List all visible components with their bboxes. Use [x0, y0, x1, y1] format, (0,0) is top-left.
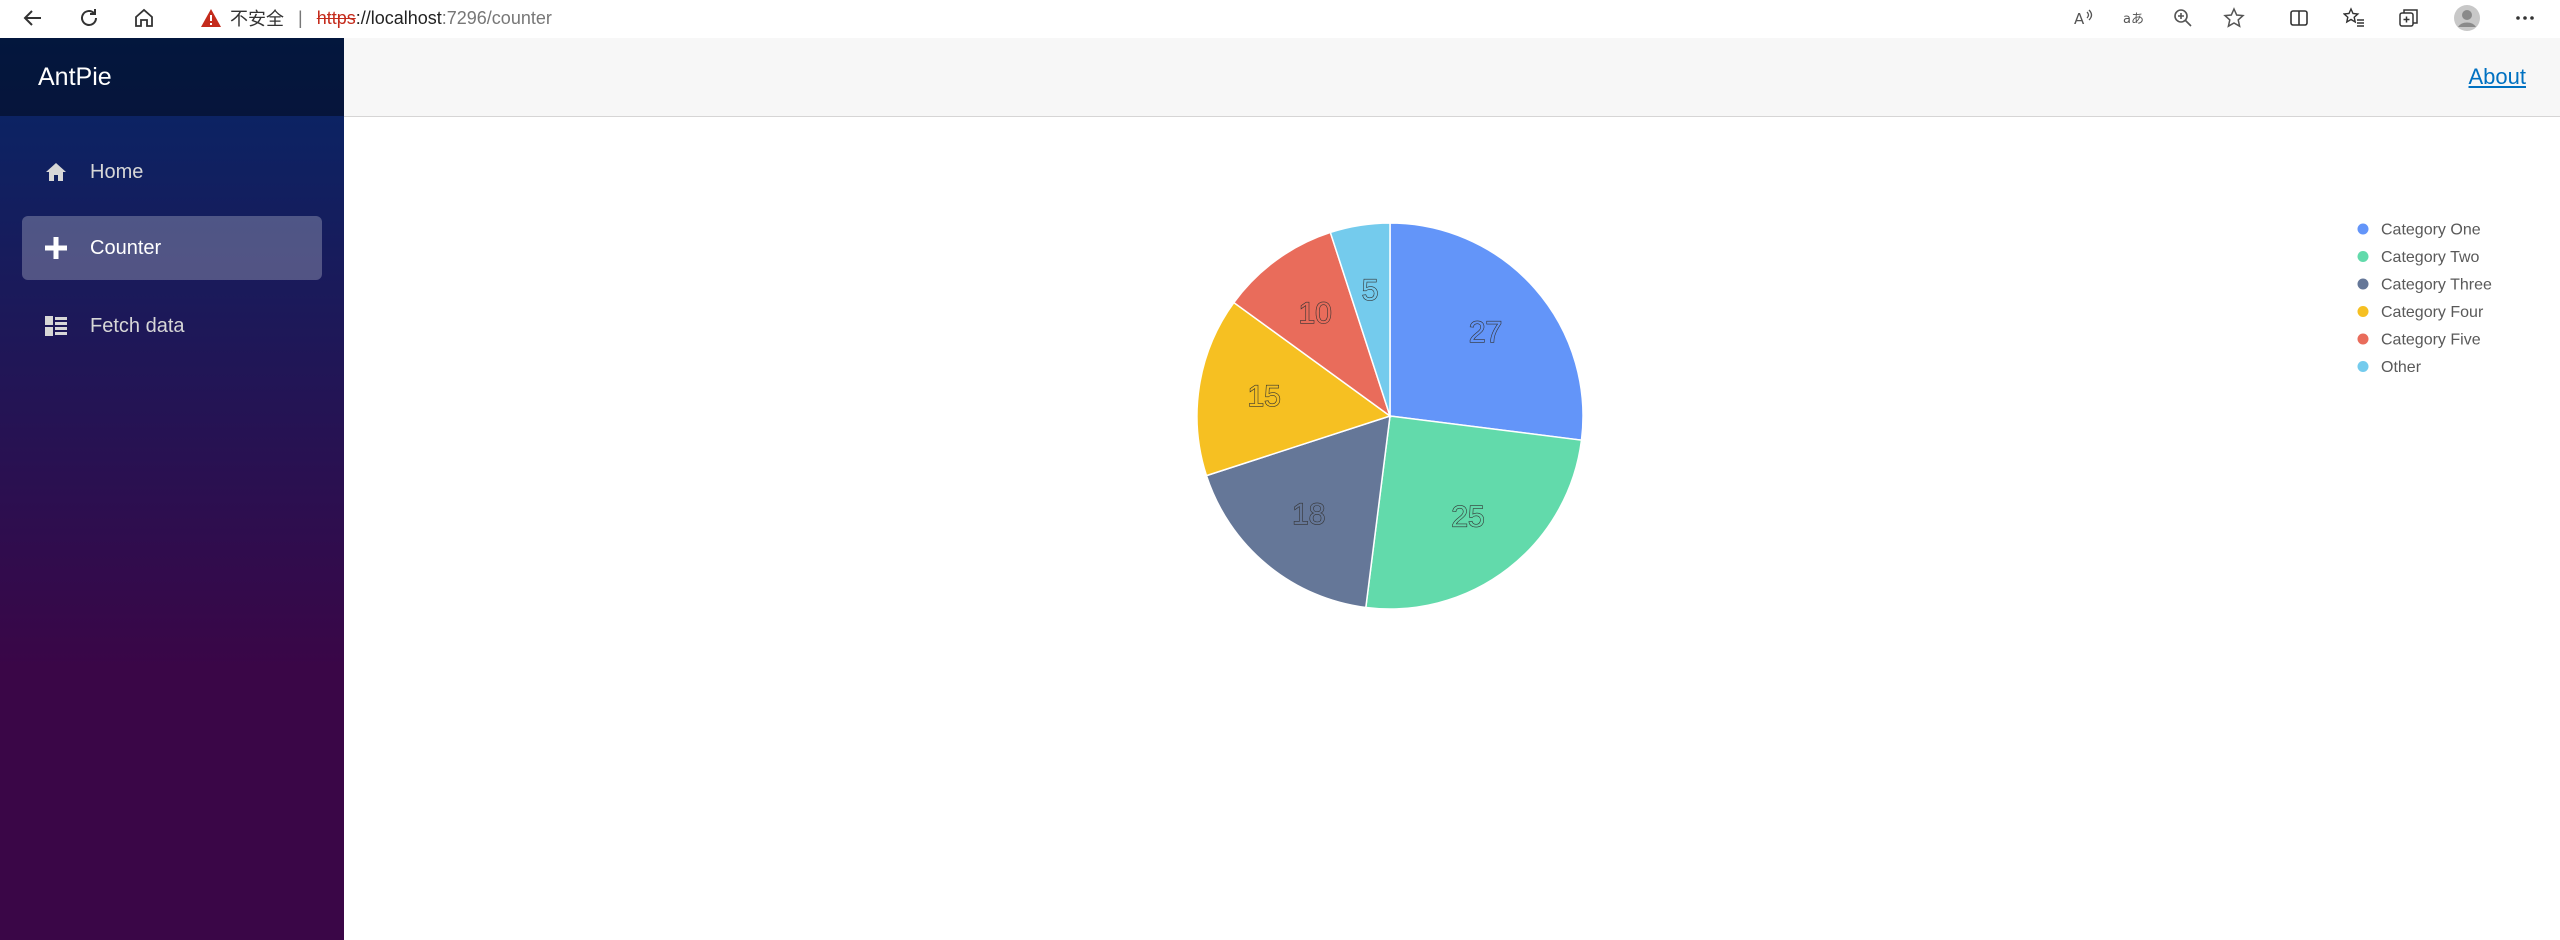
favorite-star-icon[interactable] [2219, 3, 2249, 33]
legend-item-label[interactable]: Category Five [2381, 332, 2481, 349]
list-icon [42, 312, 70, 340]
svg-text:A: A [2074, 10, 2085, 28]
pie-value-label: 27 [1469, 316, 1502, 349]
sidebar: AntPie Home Counter Fetch data [0, 38, 344, 940]
url-scheme: https [316, 7, 356, 28]
pie-value-label: 18 [1292, 498, 1325, 531]
legend-item-label[interactable]: Other [2381, 359, 2422, 376]
url-host: ://localhost [355, 7, 442, 28]
security-status: 不安全 [230, 9, 284, 30]
plus-icon [42, 234, 70, 262]
pie-value-label: 10 [1298, 297, 1331, 330]
more-options-icon[interactable] [2510, 3, 2540, 33]
browser-toolbar: 不安全 | https://localhost:7296/counter A a… [0, 0, 2560, 36]
address-separator: | [298, 7, 303, 28]
address-bar[interactable]: 不安全 | https://localhost:7296/counter [178, 0, 2263, 36]
home-icon [42, 158, 70, 186]
chart-legend: Category One Category Two Category Three Ca… [2357, 222, 2492, 376]
url-path: :7296/counter [441, 7, 552, 28]
app-brand[interactable]: AntPie [38, 63, 112, 92]
sidebar-item-home[interactable]: Home [22, 140, 322, 204]
split-screen-icon[interactable] [2284, 3, 2314, 33]
sidebar-item-counter[interactable]: Counter [22, 216, 322, 280]
sidebar-item-label: Home [90, 160, 144, 183]
legend-marker [2357, 333, 2369, 345]
refresh-icon[interactable] [74, 3, 104, 33]
favorites-icon[interactable] [2339, 3, 2369, 33]
brand-row: AntPie [0, 38, 344, 116]
legend-marker [2357, 278, 2369, 290]
legend-marker [2357, 223, 2369, 235]
legend-item-label[interactable]: Category Two [2381, 249, 2480, 266]
warning-icon [201, 9, 221, 27]
pie-value-label: 5 [1362, 274, 1379, 307]
pie-value-label: 25 [1451, 501, 1484, 534]
sidebar-item-fetch-data[interactable]: Fetch data [22, 294, 322, 358]
pie-value-label: 15 [1248, 380, 1281, 413]
home-browser-icon[interactable] [129, 3, 159, 33]
collections-icon[interactable] [2394, 3, 2424, 33]
legend-item-label[interactable]: Category One [2381, 222, 2481, 239]
top-row: About [344, 38, 2560, 117]
legend-marker [2357, 251, 2369, 262]
legend-marker [2357, 361, 2369, 372]
about-link[interactable]: About [2469, 64, 2527, 90]
sidebar-item-label: Fetch data [90, 314, 185, 337]
legend-item-label[interactable]: Category Three [2381, 277, 2492, 294]
legend-marker [2357, 306, 2369, 317]
pie-chart: 27251815105 Category OneCategory TwoCate… [1196, 222, 2492, 610]
sidebar-item-label: Counter [90, 236, 162, 259]
back-icon[interactable] [18, 3, 48, 33]
read-aloud-icon[interactable]: A [2069, 3, 2099, 33]
pie-slices [1196, 222, 1584, 610]
profile-avatar-icon[interactable] [2452, 3, 2482, 33]
translate-icon[interactable]: aあ [2118, 3, 2148, 33]
legend-item-label[interactable]: Category Four [2381, 304, 2484, 321]
zoom-icon[interactable] [2168, 3, 2198, 33]
svg-text:aあ: aあ [2123, 12, 2144, 27]
